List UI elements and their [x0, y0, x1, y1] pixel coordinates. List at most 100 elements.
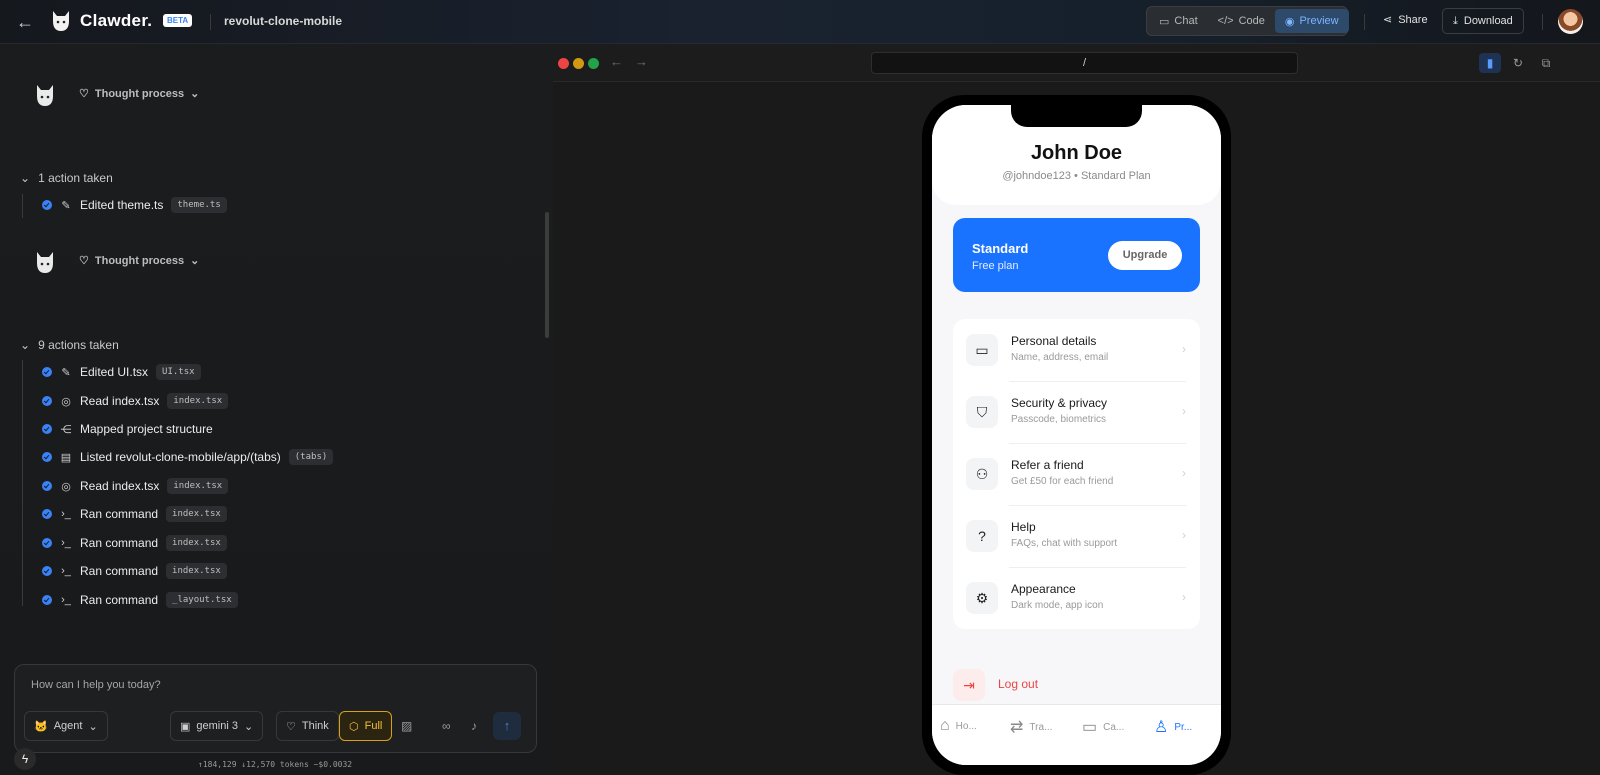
action-label: Ran command [80, 564, 159, 578]
menu-item-refer[interactable]: ⚇ Refer a friend Get £50 for each friend… [953, 443, 1200, 505]
image-icon[interactable]: ▨ [401, 719, 412, 733]
avatar[interactable] [1558, 9, 1583, 34]
minimize-dot[interactable] [573, 58, 584, 69]
action-item[interactable]: ›_ Ran command index.tsx [42, 505, 227, 523]
forward-icon[interactable]: → [635, 54, 648, 69]
bottom-tab-bar: ⌂ Ho... ⇄ Tra... ▭ Ca... ♙ Pr... [932, 704, 1221, 765]
action-label: Read index.tsx [80, 479, 160, 493]
action-item[interactable]: ▤ Listed revolut-clone-mobile/app/(tabs) (… [42, 448, 334, 466]
file-tag: index.tsx [166, 535, 227, 551]
action-item[interactable]: ›_ Ran command _layout.tsx [42, 591, 238, 609]
message-input[interactable]: How can I help you today? [31, 679, 161, 691]
action-item[interactable]: ✎ Edited theme.ts theme.ts [42, 196, 227, 214]
chat-scrollbar[interactable] [545, 212, 549, 338]
terminal-icon: ›_ [61, 565, 71, 577]
check-icon [42, 367, 52, 377]
tab-profile[interactable]: ♙ Pr... [1154, 717, 1192, 737]
mobile-view-icon[interactable]: ▮ [1479, 53, 1501, 73]
card-icon: ▭ [1082, 719, 1098, 736]
help-icon: ? [966, 520, 998, 552]
tab-label: Ho... [955, 720, 977, 732]
back-arrow-icon[interactable]: ← [16, 12, 36, 32]
terminal-icon: ›_ [61, 508, 71, 520]
check-icon [42, 396, 52, 406]
menu-item-help[interactable]: ? Help FAQs, chat with support › [953, 505, 1200, 567]
agent-selector[interactable]: 🐱 Agent ⌄ [24, 711, 108, 741]
menu-item-security[interactable]: ⛉ Security & privacy Passcode, biometric… [953, 381, 1200, 443]
plan-card: Standard Free plan Upgrade [953, 218, 1200, 292]
close-dot[interactable] [558, 58, 569, 69]
gear-icon: ⚙ [966, 582, 998, 614]
open-external-icon[interactable]: ⧉ [1535, 53, 1557, 73]
action-item[interactable]: ›_ Ran command index.tsx [42, 562, 227, 580]
tab-chat[interactable]: ▭ Chat [1149, 9, 1208, 33]
tab-label: Tra... [1029, 721, 1053, 733]
refresh-icon[interactable]: ↻ [1507, 53, 1529, 73]
action-item[interactable]: ⋲ Mapped project structure [42, 420, 213, 438]
group-title: 1 action taken [38, 171, 113, 185]
chevron-right-icon: › [1182, 528, 1186, 542]
tab-transfers[interactable]: ⇄ Tra... [1010, 717, 1052, 737]
actions-group-toggle[interactable]: ⌄ 1 action taken [20, 171, 113, 185]
plan-title: Standard [972, 241, 1029, 256]
send-button[interactable]: ↑ [493, 712, 521, 740]
logout-button[interactable]: Log out [998, 677, 1038, 691]
download-button[interactable]: ⤓ Download [1442, 8, 1524, 34]
composer: How can I help you today? 🐱 Agent ⌄ ▣ gemin… [14, 664, 537, 753]
action-item[interactable]: ✎ Edited UI.tsx UI.tsx [42, 363, 201, 381]
check-icon [42, 538, 52, 548]
users-icon: ⚇ [966, 458, 998, 490]
pencil-icon: ✎ [61, 199, 71, 212]
think-toggle[interactable]: ♡ Think [276, 711, 339, 741]
tab-cards[interactable]: ▭ Ca... [1082, 717, 1124, 737]
action-label: Ran command [80, 593, 159, 607]
action-item[interactable]: ›_ Ran command index.tsx [42, 534, 227, 552]
eye-icon: ◉ [1284, 15, 1295, 28]
menu-subtitle: Get £50 for each friend [1011, 476, 1114, 487]
menu-subtitle: Name, address, email [1011, 352, 1109, 363]
action-label: Ran command [80, 507, 159, 521]
action-label: Mapped project structure [80, 422, 213, 436]
url-bar[interactable]: / [871, 52, 1298, 74]
menu-item-appearance[interactable]: ⚙ Appearance Dark mode, app icon › [953, 567, 1200, 629]
thought-process-toggle[interactable]: ♡ Thought process ⌄ [79, 87, 199, 101]
menu-item-personal-details[interactable]: ▭ Personal details Name, address, email … [953, 319, 1200, 381]
tab-code[interactable]: </> Code [1208, 9, 1275, 33]
back-icon[interactable]: ← [610, 54, 623, 69]
tab-code-label: Code [1238, 15, 1265, 27]
action-item[interactable]: ◎ Read index.tsx index.tsx [42, 392, 229, 410]
tab-label: Pr... [1174, 721, 1193, 733]
microphone-icon[interactable]: ♪ [471, 719, 477, 733]
share-icon: ⋖ [1383, 14, 1393, 26]
chat-history[interactable]: ♡ Thought process ⌄ ⌄ 1 action taken ✎ Edite… [0, 44, 545, 644]
upgrade-button[interactable]: Upgrade [1108, 241, 1182, 270]
person-icon: ♙ [1154, 719, 1169, 736]
share-label: Share [1398, 13, 1428, 26]
maximize-dot[interactable] [588, 58, 599, 69]
logout-icon[interactable]: ⇥ [953, 669, 985, 701]
cube-icon: ⬡ [349, 720, 359, 733]
nodes-icon: ⋲ [60, 423, 72, 436]
tab-chat-label: Chat [1174, 15, 1198, 27]
share-button[interactable]: ⋖ Share [1383, 13, 1428, 27]
chevron-down-icon: ⌄ [190, 255, 200, 267]
model-selector[interactable]: ▣ gemini 3 ⌄ [170, 711, 264, 741]
thought-process-toggle[interactable]: ♡ Thought process ⌄ [79, 254, 200, 268]
arrow-up-icon: ↑ [503, 718, 511, 733]
chat-icon: ▭ [1159, 15, 1170, 28]
terminal-icon: ›_ [61, 537, 71, 549]
action-label: Read index.tsx [80, 394, 160, 408]
file-tag: (tabs) [288, 449, 334, 465]
eye-icon: ◎ [61, 480, 71, 493]
actions-group-toggle[interactable]: ⌄ 9 actions taken [20, 338, 119, 352]
divider [1364, 14, 1365, 30]
tab-preview[interactable]: ◉ Preview [1274, 9, 1349, 33]
action-item[interactable]: ◎ Read index.tsx index.tsx [42, 477, 229, 495]
home-icon: ⌂ [940, 717, 950, 734]
full-mode-toggle[interactable]: ⬡ Full [339, 711, 393, 741]
bolt-icon[interactable]: ϟ [14, 748, 36, 770]
phone-screen: John Doe @johndoe123 • Standard Plan Sta… [932, 105, 1221, 765]
tab-home[interactable]: ⌂ Ho... [940, 717, 977, 735]
check-icon [42, 452, 52, 462]
link-icon[interactable]: ∞ [442, 719, 451, 733]
